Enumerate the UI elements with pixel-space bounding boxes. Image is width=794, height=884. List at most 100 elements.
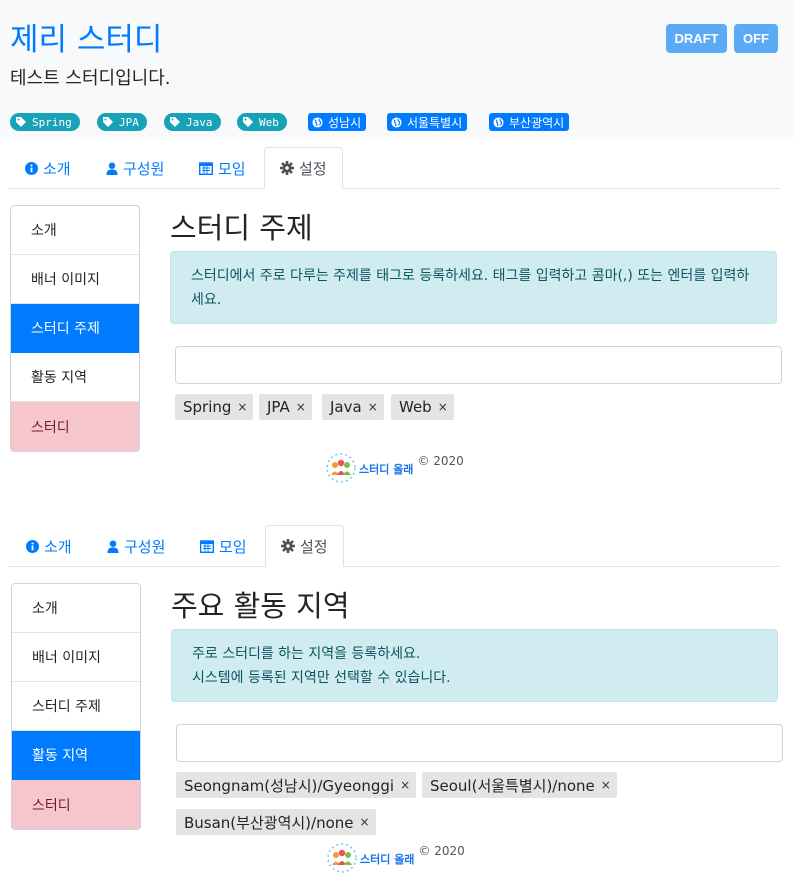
tag-icon — [103, 117, 113, 127]
tab-settings[interactable]: 설정 — [264, 147, 343, 189]
page-footer: 스터디 올래 © 2020 — [326, 842, 465, 874]
calendar-icon — [199, 162, 213, 175]
user-icon — [106, 161, 118, 175]
zone-chip: Seoul(서울특별시)/none × — [422, 772, 617, 798]
zone-chip: Busan(부산광역시)/none × — [176, 809, 376, 835]
footer-copyright: © 2020 — [417, 454, 464, 468]
tag-chip-label: Web — [399, 398, 432, 416]
draft-badge[interactable]: DRAFT — [666, 24, 727, 53]
zone-chip: Seongnam(성남시)/Gyeonggi × — [176, 772, 417, 798]
tag-chip: JPA × — [259, 394, 312, 420]
tag-icon — [243, 117, 253, 127]
study-zone-pill[interactable]: 서울특별시 — [387, 113, 468, 131]
tag-chip-label: JPA — [267, 398, 290, 416]
zones-info-line1: 주로 스터디를 하는 지역을 등록하세요. — [192, 646, 421, 662]
tag-chip-label: Spring — [183, 398, 232, 416]
side-item-study[interactable]: 스터디 — [12, 780, 140, 829]
close-icon[interactable]: × — [601, 778, 611, 792]
footer-logo-text: 스터디 올래 — [360, 853, 415, 866]
study-tag-pill[interactable]: Web — [237, 113, 287, 131]
study-tag-pill[interactable]: JPA — [97, 113, 147, 131]
tag-chip: Web × — [391, 394, 454, 420]
study-zone-label: 부산광역시 — [509, 115, 565, 130]
close-icon[interactable]: × — [368, 400, 378, 414]
calendar-icon — [200, 540, 214, 553]
settings-side-menu: 소개 배너 이미지 스터디 주제 활동 지역 스터디 — [10, 205, 140, 452]
tab-intro-label: 소개 — [43, 159, 71, 178]
tab-members-label: 구성원 — [124, 537, 166, 556]
close-icon[interactable]: × — [296, 400, 306, 414]
logo-icon — [326, 453, 356, 483]
tab-members[interactable]: 구성원 — [107, 525, 165, 567]
footer-logo-text: 스터디 올래 — [359, 463, 414, 476]
side-item-study[interactable]: 스터디 — [11, 402, 139, 451]
tag-chip: Spring × — [175, 394, 254, 420]
tag-icon — [170, 117, 180, 127]
zone-chip-label: Seongnam(성남시)/Gyeonggi — [184, 776, 395, 795]
close-icon[interactable]: × — [237, 400, 247, 414]
study-tag-label: Web — [259, 115, 279, 129]
close-icon[interactable]: × — [438, 400, 448, 414]
tags-info-alert: 스터디에서 주로 다루는 주제를 태그로 등록하세요. 태그를 입력하고 콤마(… — [170, 251, 777, 324]
study-tag-pill[interactable]: Java — [164, 113, 221, 131]
tag-chip-label: Java — [330, 398, 362, 416]
study-header: 제리 스터디 테스트 스터디입니다. DRAFT OFF Spring JPA … — [0, 0, 794, 139]
info-circle-icon — [25, 161, 38, 175]
study-tag-label: JPA — [119, 115, 139, 129]
study-tag-label: Java — [186, 115, 213, 129]
tag-chip: Java × — [322, 394, 384, 420]
study-zone-pill[interactable]: 성남시 — [308, 113, 367, 131]
side-item-banner[interactable]: 배너 이미지 — [11, 255, 139, 304]
side-item-intro[interactable]: 소개 — [11, 206, 139, 255]
gear-icon — [280, 161, 294, 175]
study-zone-label: 성남시 — [328, 115, 362, 130]
tab-settings-label: 설정 — [299, 159, 327, 178]
close-icon[interactable]: × — [360, 815, 370, 829]
tab-events[interactable]: 모임 — [199, 147, 246, 189]
gear-icon — [281, 539, 295, 553]
page-footer: 스터디 올래 © 2020 — [325, 452, 464, 484]
zones-input[interactable] — [176, 724, 783, 762]
off-badge[interactable]: OFF — [734, 24, 778, 53]
study-title[interactable]: 제리 스터디 — [10, 22, 162, 59]
tab-events[interactable]: 모임 — [200, 525, 247, 567]
side-item-banner[interactable]: 배너 이미지 — [12, 633, 140, 682]
side-item-tags[interactable]: 스터디 주제 — [12, 682, 140, 731]
globe-icon — [493, 116, 504, 128]
study-tag-label: Spring — [32, 115, 72, 129]
side-item-zones[interactable]: 활동 지역 — [12, 731, 140, 780]
globe-icon — [391, 116, 402, 128]
tags-section-title: 스터디 주제 — [170, 211, 313, 245]
globe-icon — [312, 116, 323, 128]
close-icon[interactable]: × — [400, 778, 410, 792]
study-zone-label: 서울특별시 — [407, 115, 463, 130]
study-tabs: 소개 구성원 모임 설정 — [8, 147, 780, 189]
tab-settings[interactable]: 설정 — [265, 525, 344, 567]
footer-copyright: © 2020 — [418, 844, 465, 858]
side-item-intro[interactable]: 소개 — [12, 584, 140, 633]
tags-input[interactable] — [175, 346, 782, 384]
tags-info-text: 스터디에서 주로 다루는 주제를 태그로 등록하세요. 태그를 입력하고 콤마(… — [191, 268, 750, 308]
user-icon — [107, 539, 119, 553]
zone-chip-label: Busan(부산광역시)/none — [184, 813, 354, 832]
side-item-tags[interactable]: 스터디 주제 — [11, 304, 139, 353]
tab-intro[interactable]: 소개 — [25, 147, 71, 189]
tab-intro[interactable]: 소개 — [26, 525, 72, 567]
tab-intro-label: 소개 — [44, 537, 72, 556]
tab-members[interactable]: 구성원 — [106, 147, 164, 189]
zones-section-title: 주요 활동 지역 — [171, 589, 350, 623]
info-circle-icon — [26, 539, 39, 553]
tab-settings-label: 설정 — [300, 537, 328, 556]
settings-side-menu: 소개 배너 이미지 스터디 주제 활동 지역 스터디 — [11, 583, 141, 830]
study-tag-pill[interactable]: Spring — [10, 113, 80, 131]
study-tag-list: Spring JPA Java Web 성남시 서울특별시 부산광역시 — [10, 113, 790, 131]
side-item-zones[interactable]: 활동 지역 — [11, 353, 139, 402]
study-zone-pill[interactable]: 부산광역시 — [489, 113, 570, 131]
study-tabs: 소개 구성원 모임 설정 — [8, 525, 780, 567]
zones-info-line2: 시스템에 등록된 지역만 선택할 수 있습니다. — [192, 670, 451, 686]
study-description: 테스트 스터디입니다. — [10, 68, 171, 89]
zones-info-alert: 주로 스터디를 하는 지역을 등록하세요. 시스템에 등록된 지역만 선택할 수… — [171, 629, 778, 702]
logo-icon — [327, 843, 357, 873]
tab-members-label: 구성원 — [123, 159, 165, 178]
tag-icon — [16, 117, 26, 127]
